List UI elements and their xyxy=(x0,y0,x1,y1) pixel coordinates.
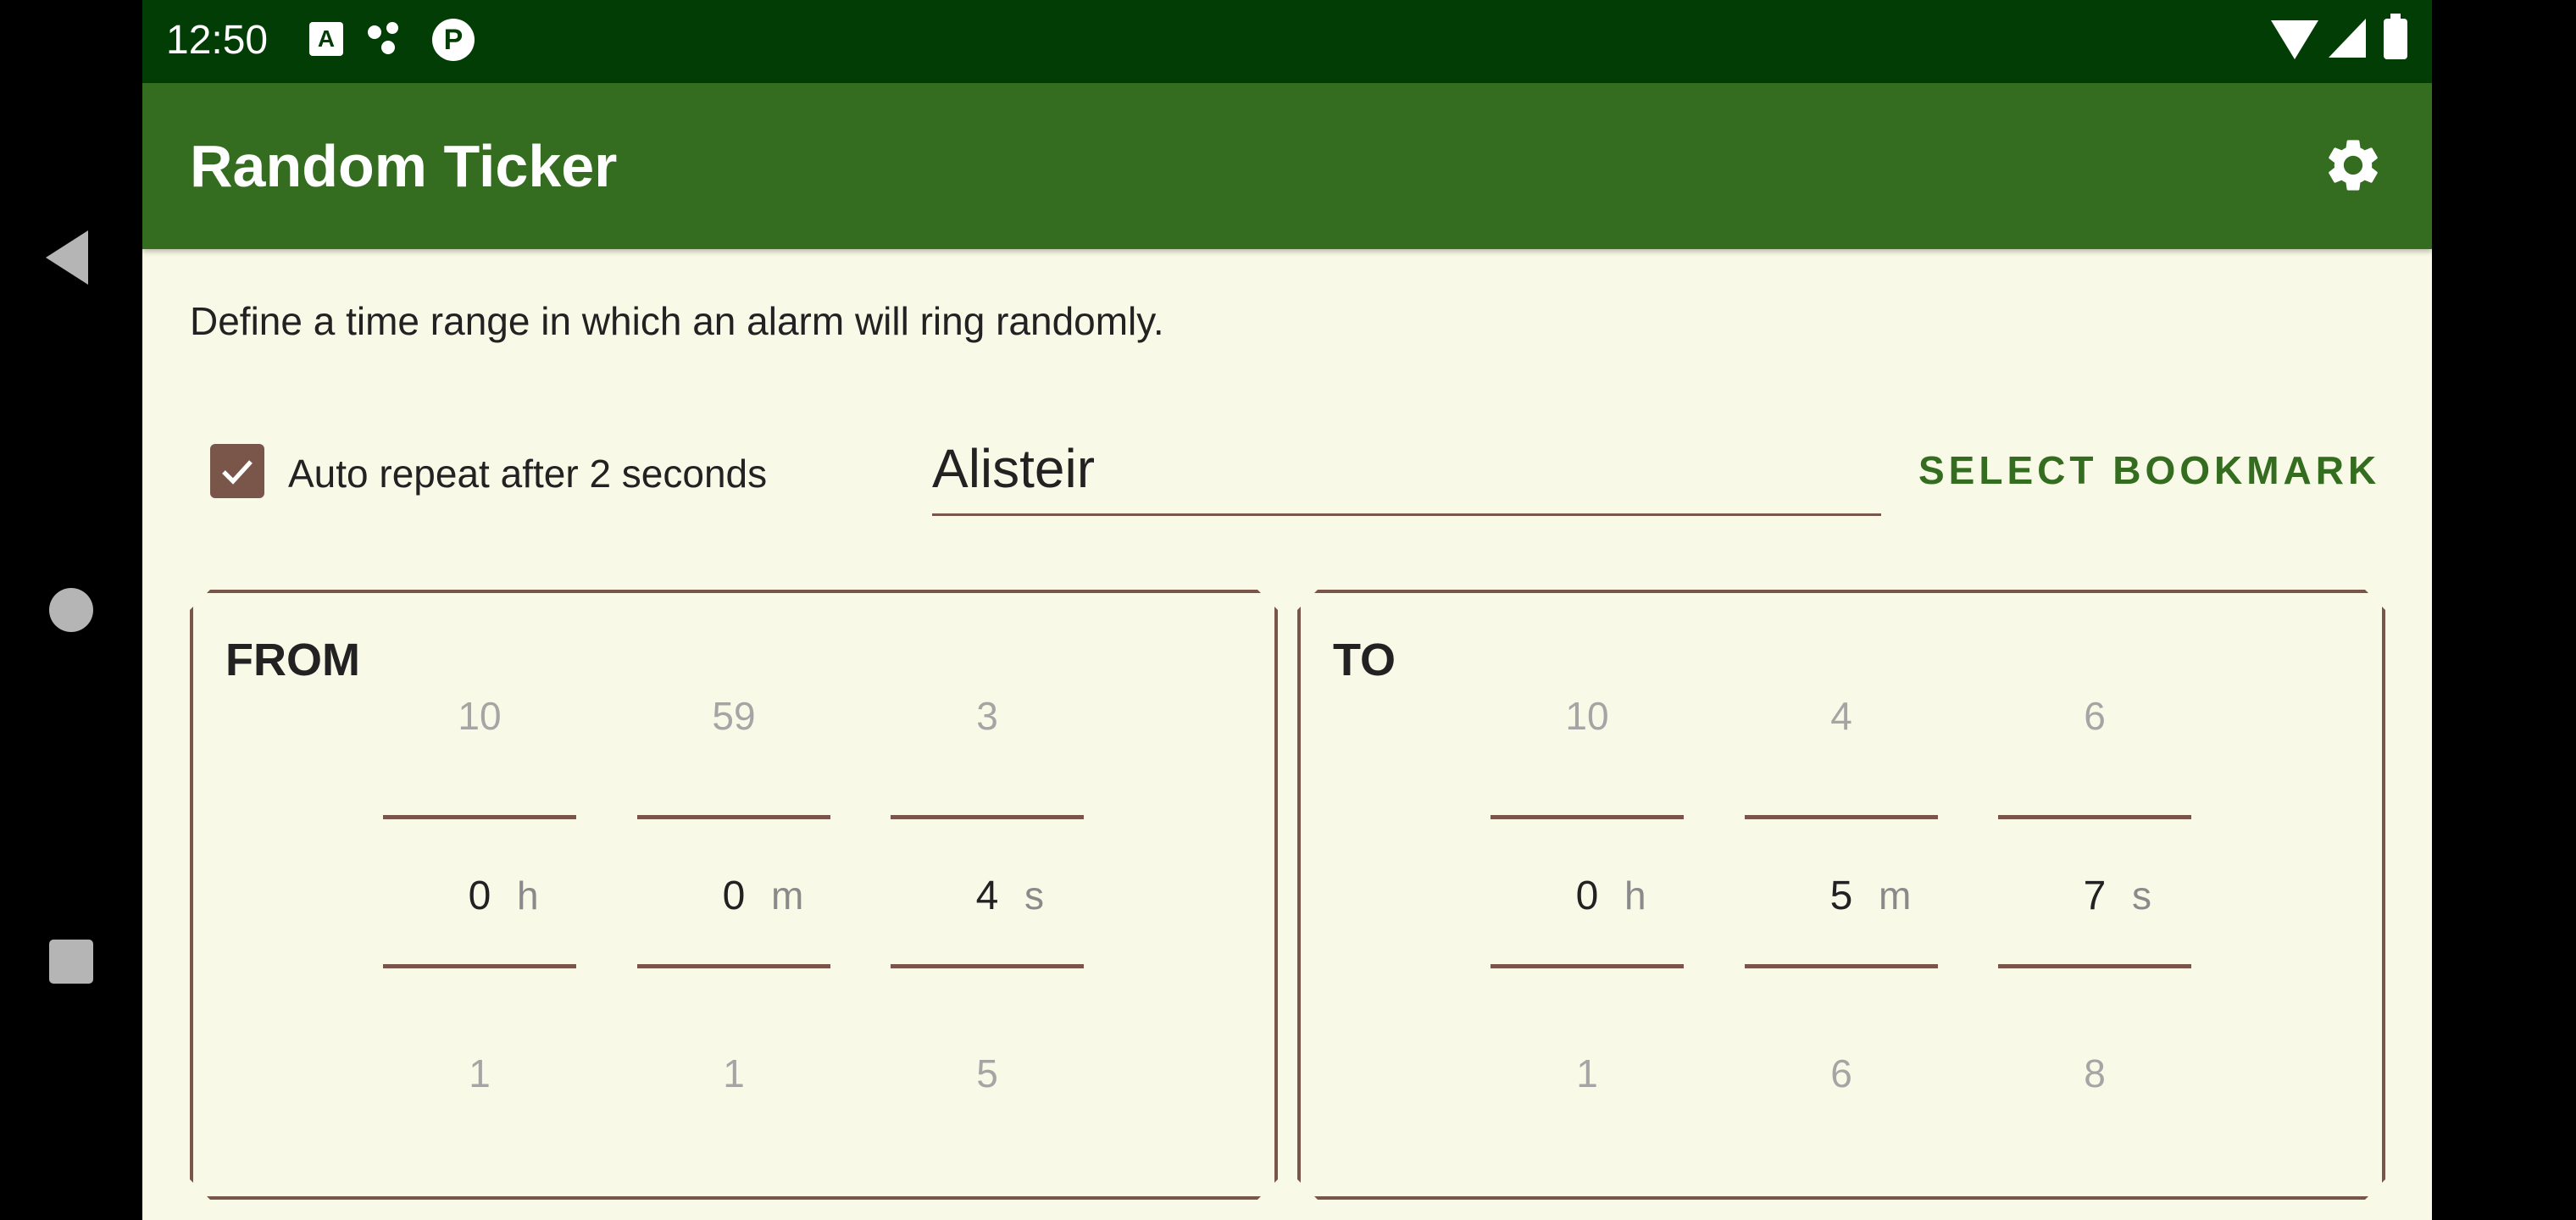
picker-prev-value[interactable]: 6 xyxy=(1998,693,2191,739)
picker-prev-value[interactable]: 10 xyxy=(383,693,576,739)
from-panel: FROM 10 0 h 1 59 0 m 1 3 4 s 5 xyxy=(190,590,1278,1200)
picker-divider xyxy=(891,964,1084,968)
select-bookmark-button[interactable]: SELECT BOOKMARK xyxy=(1918,447,2380,493)
app-window: 12:50 A P Random Ticker Define a time ra… xyxy=(142,0,2432,1220)
picker-divider xyxy=(1491,815,1684,819)
picker-next-value[interactable]: 1 xyxy=(637,1051,830,1096)
from-hours-picker[interactable]: 10 0 h 1 xyxy=(383,593,576,1196)
picker-prev-value[interactable]: 4 xyxy=(1745,693,1938,739)
to-minutes-picker[interactable]: 4 5 m 6 xyxy=(1745,593,1938,1196)
from-title: FROM xyxy=(225,635,360,685)
picker-divider xyxy=(383,964,576,968)
picker-current-value[interactable]: 7 xyxy=(1998,873,2191,919)
picker-next-value[interactable]: 1 xyxy=(383,1051,576,1096)
bookmark-name-input[interactable] xyxy=(932,437,1864,500)
from-seconds-picker[interactable]: 3 4 s 5 xyxy=(891,593,1084,1196)
picker-divider xyxy=(637,964,830,968)
picker-divider xyxy=(1745,964,1938,968)
status-bar: 12:50 A P xyxy=(142,0,2432,83)
auto-repeat-label[interactable]: Auto repeat after 2 seconds xyxy=(288,451,767,496)
to-hours-picker[interactable]: 10 0 h 1 xyxy=(1491,593,1684,1196)
description-text: Define a time range in which an alarm wi… xyxy=(190,299,1164,343)
picker-next-value[interactable]: 1 xyxy=(1491,1051,1684,1096)
app-toolbar: Random Ticker xyxy=(142,83,2432,249)
app-title: Random Ticker xyxy=(190,133,618,199)
to-title: TO xyxy=(1333,635,1396,685)
picker-divider xyxy=(1491,964,1684,968)
picker-divider xyxy=(637,815,830,819)
picker-unit: m xyxy=(1879,873,1912,918)
picker-next-value[interactable]: 5 xyxy=(891,1051,1084,1096)
picker-unit: s xyxy=(2132,873,2151,918)
picker-current-value[interactable]: 0 xyxy=(383,873,576,919)
to-seconds-picker[interactable]: 6 7 s 8 xyxy=(1998,593,2191,1196)
picker-divider xyxy=(1745,815,1938,819)
picker-divider xyxy=(383,815,576,819)
signal-icon xyxy=(2329,19,2366,58)
dots-icon xyxy=(368,22,402,56)
picker-divider xyxy=(1998,815,2191,819)
a-icon: A xyxy=(309,22,343,56)
picker-divider xyxy=(1998,964,2191,968)
home-icon[interactable] xyxy=(49,588,93,632)
picker-unit: h xyxy=(517,873,539,918)
auto-repeat-checkbox[interactable] xyxy=(210,444,264,498)
picker-next-value[interactable]: 6 xyxy=(1745,1051,1938,1096)
picker-next-value[interactable]: 8 xyxy=(1998,1051,2191,1096)
status-time: 12:50 xyxy=(166,18,269,63)
wifi-icon xyxy=(2271,20,2318,59)
recents-icon[interactable] xyxy=(49,940,93,984)
picker-prev-value[interactable]: 10 xyxy=(1491,693,1684,739)
picker-prev-value[interactable]: 3 xyxy=(891,693,1084,739)
picker-divider xyxy=(891,815,1084,819)
p-icon: P xyxy=(432,19,475,61)
picker-prev-value[interactable]: 59 xyxy=(637,693,830,739)
to-panel: TO 10 0 h 1 4 5 m 6 6 7 s 8 xyxy=(1297,590,2385,1200)
gear-icon[interactable] xyxy=(2322,134,2384,197)
navigation-bar xyxy=(0,0,142,1220)
check-icon xyxy=(222,460,253,485)
picker-unit: m xyxy=(771,873,804,918)
picker-current-value[interactable]: 0 xyxy=(1491,873,1684,919)
picker-current-value[interactable]: 4 xyxy=(891,873,1084,919)
bookmark-name-field[interactable] xyxy=(932,429,1881,516)
battery-icon xyxy=(2384,14,2407,59)
picker-unit: s xyxy=(1024,873,1044,918)
picker-unit: h xyxy=(1624,873,1646,918)
from-minutes-picker[interactable]: 59 0 m 1 xyxy=(637,593,830,1196)
screen-edge xyxy=(2432,0,2576,1220)
back-icon[interactable] xyxy=(46,230,88,285)
